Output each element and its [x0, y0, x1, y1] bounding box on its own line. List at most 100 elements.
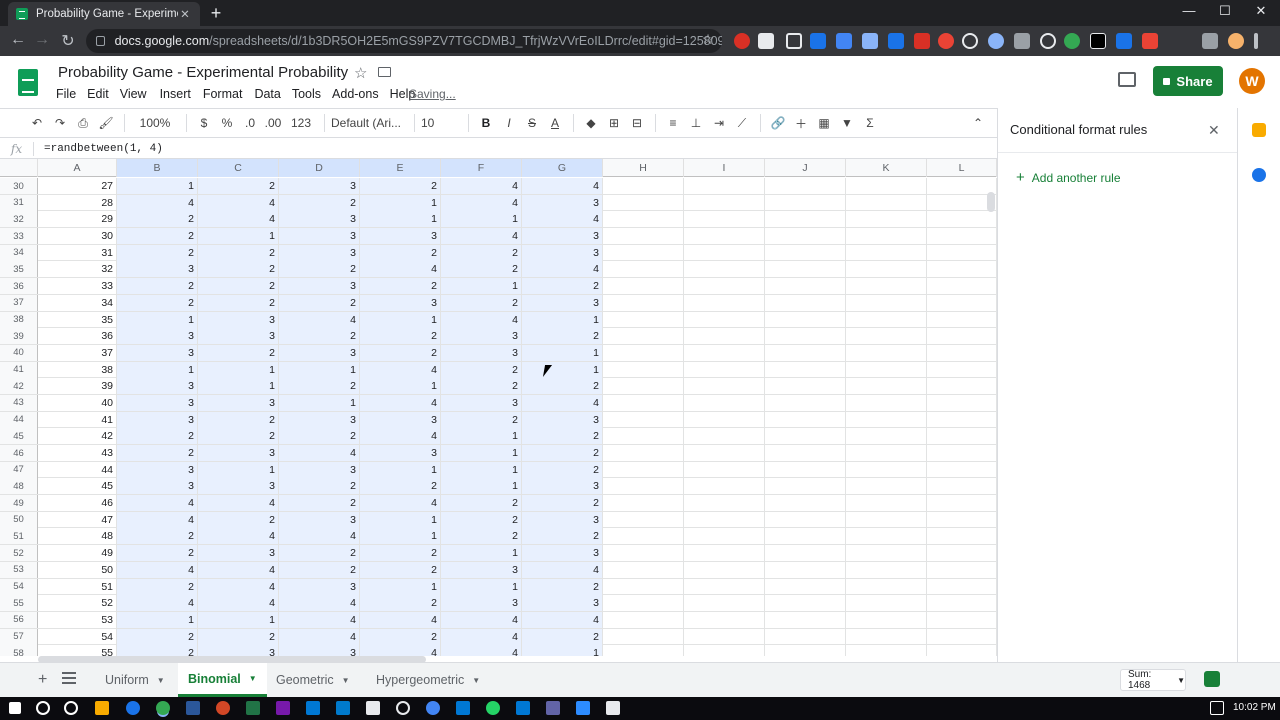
cell[interactable]: 2: [360, 344, 441, 361]
cell[interactable]: 3: [522, 411, 603, 428]
vscode-icon[interactable]: [336, 701, 350, 715]
cell[interactable]: [927, 311, 997, 328]
outlook-icon[interactable]: [456, 701, 470, 715]
cell[interactable]: 2: [117, 645, 198, 656]
cell[interactable]: [684, 178, 765, 194]
cell[interactable]: 3: [360, 294, 441, 311]
cell[interactable]: 1: [360, 194, 441, 211]
cell[interactable]: 3: [522, 244, 603, 261]
cell[interactable]: 1: [360, 578, 441, 595]
cell[interactable]: [765, 394, 846, 411]
row-number[interactable]: 43: [0, 394, 38, 411]
cell[interactable]: [927, 578, 997, 595]
cell[interactable]: [927, 228, 997, 245]
cell[interactable]: [846, 211, 927, 228]
cell[interactable]: [846, 478, 927, 495]
cell[interactable]: 41: [38, 411, 117, 428]
menu-tools[interactable]: Tools: [292, 87, 321, 101]
row-number[interactable]: 35: [0, 261, 38, 278]
cell[interactable]: 3: [279, 344, 360, 361]
cell[interactable]: [765, 545, 846, 562]
cell[interactable]: 2: [522, 445, 603, 461]
menu-insert[interactable]: Insert: [160, 87, 191, 101]
cell[interactable]: [846, 344, 927, 361]
cell[interactable]: 50: [38, 561, 117, 578]
cell[interactable]: 3: [279, 411, 360, 428]
cell[interactable]: [846, 445, 927, 461]
cell[interactable]: 3: [279, 211, 360, 228]
extension-icon[interactable]: [1090, 33, 1106, 49]
extension-icon[interactable]: [1014, 33, 1030, 49]
cell[interactable]: 1: [522, 344, 603, 361]
cell[interactable]: 3: [279, 461, 360, 478]
cell[interactable]: 2: [441, 495, 522, 512]
cell[interactable]: [927, 611, 997, 628]
cell[interactable]: [684, 578, 765, 595]
cell[interactable]: [765, 445, 846, 461]
share-button[interactable]: Share: [1153, 66, 1223, 96]
close-icon[interactable]: ✕: [1208, 122, 1220, 139]
cell[interactable]: [765, 311, 846, 328]
reload-button[interactable]: ↻: [58, 31, 78, 51]
star-icon[interactable]: ☆: [354, 64, 367, 82]
cell[interactable]: [846, 628, 927, 645]
paint-format-icon[interactable]: 🖌: [95, 112, 117, 134]
cell[interactable]: 51: [38, 578, 117, 595]
chrome-menu-icon[interactable]: [1254, 33, 1258, 49]
row-number[interactable]: 33: [0, 228, 38, 245]
cell[interactable]: 4: [279, 445, 360, 461]
column-header-c[interactable]: C: [198, 159, 279, 177]
cell[interactable]: 1: [117, 311, 198, 328]
cell[interactable]: 3: [441, 595, 522, 612]
cell[interactable]: [927, 595, 997, 612]
cell[interactable]: 4: [522, 394, 603, 411]
mail-icon[interactable]: [516, 701, 530, 715]
font-size-select[interactable]: 10: [421, 112, 461, 134]
cell[interactable]: [927, 478, 997, 495]
cell[interactable]: 3: [441, 344, 522, 361]
cell[interactable]: [684, 445, 765, 461]
cell[interactable]: 36: [38, 328, 117, 345]
cell[interactable]: 34: [38, 294, 117, 311]
decrease-decimal-button[interactable]: .0: [239, 112, 261, 134]
app-icon[interactable]: [426, 701, 440, 715]
back-button[interactable]: ←: [8, 31, 28, 49]
cell[interactable]: [603, 344, 684, 361]
column-header-l[interactable]: L: [927, 159, 997, 177]
row-number[interactable]: 34: [0, 244, 38, 261]
cell[interactable]: 4: [522, 178, 603, 194]
cell[interactable]: [765, 461, 846, 478]
cell[interactable]: [927, 394, 997, 411]
sum-select[interactable]: Sum: 1468 ▼: [1120, 669, 1186, 691]
cell[interactable]: [927, 328, 997, 345]
vertical-align-icon[interactable]: ⊥: [685, 112, 707, 134]
cell[interactable]: 1: [198, 361, 279, 378]
column-header-f[interactable]: F: [441, 159, 522, 177]
cell[interactable]: 1: [279, 361, 360, 378]
cell[interactable]: 2: [360, 478, 441, 495]
chrome-icon[interactable]: [156, 701, 170, 715]
currency-format-button[interactable]: $: [193, 112, 215, 134]
cell[interactable]: [603, 261, 684, 278]
redo-icon[interactable]: ↷: [49, 112, 71, 134]
cell[interactable]: 49: [38, 545, 117, 562]
cell[interactable]: 4: [117, 561, 198, 578]
cell[interactable]: [603, 528, 684, 545]
cell[interactable]: 2: [522, 578, 603, 595]
cell[interactable]: [846, 495, 927, 512]
cell[interactable]: 2: [522, 328, 603, 345]
cell[interactable]: 2: [360, 178, 441, 194]
cell[interactable]: [684, 628, 765, 645]
cell[interactable]: 2: [522, 278, 603, 295]
extension-icon[interactable]: [734, 33, 750, 49]
cell[interactable]: [765, 411, 846, 428]
percent-format-button[interactable]: %: [216, 112, 238, 134]
cell[interactable]: 4: [279, 528, 360, 545]
cell[interactable]: 1: [441, 461, 522, 478]
cell[interactable]: 55: [38, 645, 117, 656]
move-folder-icon[interactable]: [378, 67, 391, 77]
cell[interactable]: [765, 495, 846, 512]
column-header-e[interactable]: E: [360, 159, 441, 177]
cell[interactable]: [765, 595, 846, 612]
cell[interactable]: 2: [198, 411, 279, 428]
